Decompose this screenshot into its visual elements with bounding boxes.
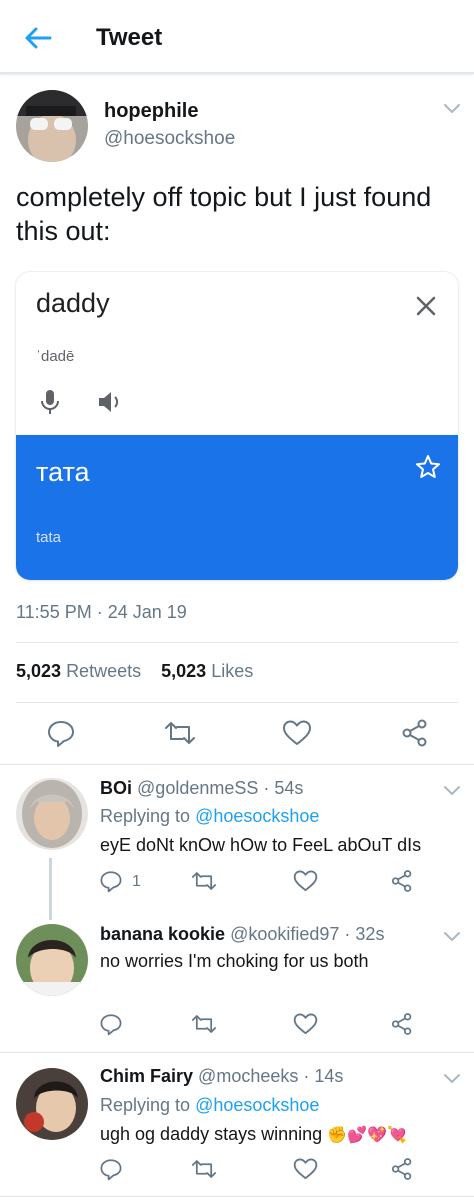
reply-text: ugh og daddy stays winning ✊💕💖💘 [100,1124,407,1145]
speaker-icon[interactable] [96,388,124,416]
share-icon[interactable] [390,1157,414,1181]
share-icon[interactable] [400,718,430,748]
retweet-icon[interactable] [163,718,197,748]
reply-header: BOi @goldenmeSS · 54s [100,778,303,799]
reply-author-name[interactable]: BOi [100,778,132,798]
tweet-text: completely off topic but I just found th… [16,182,432,246]
reply-header: Chim Fairy @mocheeks · 14s [100,1066,343,1087]
reply-icon[interactable] [99,1012,123,1036]
heart-icon[interactable] [282,719,312,747]
avatar[interactable] [16,778,88,850]
divider [0,1196,474,1197]
reply-icon[interactable] [46,718,76,748]
reply-time: · 54s [263,778,304,798]
share-icon[interactable] [390,869,414,893]
translation-card: daddy ˈdadē тата tata [16,272,458,580]
reply-author-name[interactable]: Chim Fairy [100,1066,193,1086]
reply-count: 1 [132,873,141,890]
replying-to: Replying to @hoesockshoe [100,806,319,827]
reply-text: no worries I'm choking for us both [100,951,369,971]
translated-word: тата [36,457,90,487]
phonetic-text: ˈdadē [36,348,75,365]
author-handle[interactable]: @hoesockshoe [104,128,235,150]
source-word: daddy [36,288,110,318]
retweets-label[interactable]: Retweets [66,661,141,681]
reply-text-body: ugh og daddy stays winning [100,1124,323,1144]
heart-icon[interactable] [293,1012,318,1036]
reply-text: eyE doNt knOw hOw to FeeL abOuT dIs [100,835,422,855]
replying-to-handle[interactable]: @hoesockshoe [195,806,319,826]
retweet-icon[interactable] [190,869,218,893]
reply-time: · 32s [344,924,385,944]
replying-to: Replying to @hoesockshoe [100,1095,319,1116]
divider [0,764,474,765]
heart-icon[interactable] [293,1157,318,1181]
heart-icon[interactable] [293,869,318,893]
reply-author-handle[interactable]: @kookified97 [230,924,339,944]
replying-to-prefix: Replying to [100,806,191,826]
chevron-down-icon[interactable] [442,1072,462,1086]
replying-to-prefix: Replying to [100,1095,191,1115]
retweet-icon[interactable] [190,1012,218,1036]
tweet-timestamp: 11:55 PM · 24 Jan 19 [16,602,187,622]
reply-icon[interactable] [99,869,123,893]
share-icon[interactable] [390,1012,414,1036]
author-name[interactable]: hopephile [104,100,198,123]
close-icon[interactable] [414,294,438,318]
thread-line [49,858,52,920]
chevron-down-icon[interactable] [442,102,462,116]
back-arrow-icon[interactable] [22,24,54,52]
chevron-down-icon[interactable] [442,784,462,798]
tweet-stats: 5,023 Retweets 5,023 Likes [16,661,253,682]
reply-icon[interactable] [99,1157,123,1181]
likes-label[interactable]: Likes [211,661,253,681]
retweet-icon[interactable] [190,1157,218,1181]
divider [16,642,458,643]
retweets-count[interactable]: 5,023 [16,661,61,681]
microphone-icon[interactable] [38,388,62,416]
page-title: Tweet [96,24,163,51]
reply-author-handle[interactable]: @goldenmeSS [137,778,258,798]
star-icon[interactable] [414,453,442,481]
reply-emoji: ✊💕💖💘 [327,1127,407,1144]
divider [0,1052,474,1053]
divider [16,702,458,703]
transliteration-text: tata [36,529,62,546]
avatar[interactable] [16,90,88,162]
translation-result: тата tata [16,435,458,580]
reply-header: banana kookie @kookified97 · 32s [100,924,384,945]
avatar[interactable] [16,1068,88,1140]
likes-count[interactable]: 5,023 [161,661,206,681]
reply-time: · 14s [303,1066,344,1086]
reply-author-handle[interactable]: @mocheeks [198,1066,298,1086]
replying-to-handle[interactable]: @hoesockshoe [195,1095,319,1115]
reply-author-name[interactable]: banana kookie [100,924,225,944]
chevron-down-icon[interactable] [442,930,462,944]
top-bar: Tweet [0,0,474,74]
avatar[interactable] [16,924,88,996]
